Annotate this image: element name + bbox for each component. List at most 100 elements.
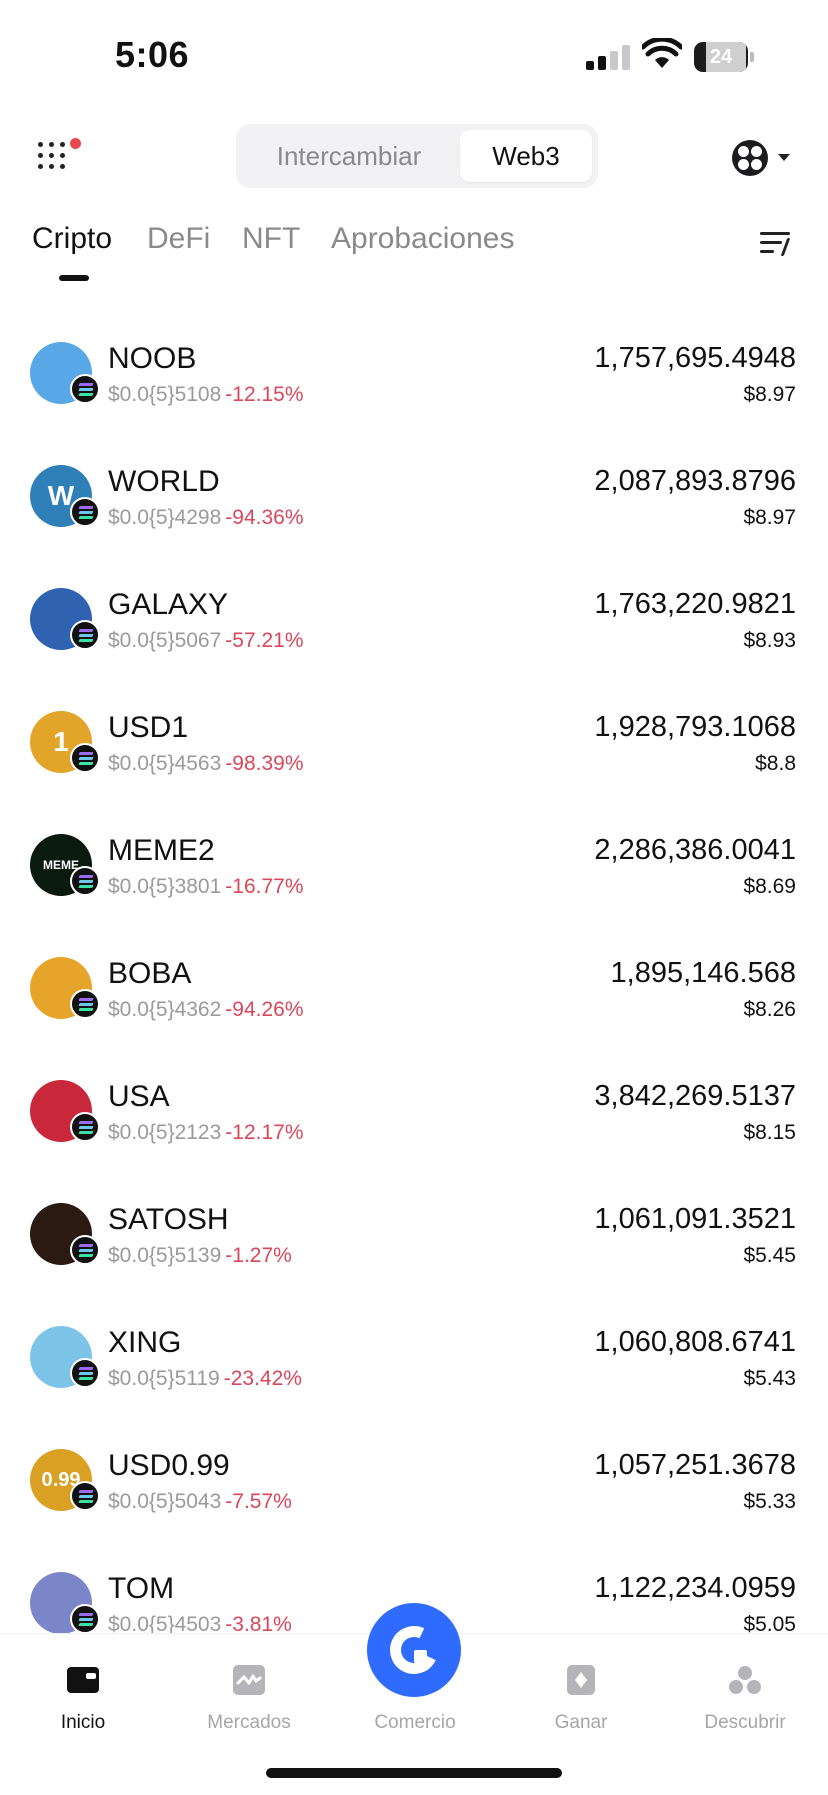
token-price-line: $0.0{5}2123 -12.17%	[108, 1121, 304, 1145]
token-price-line: $0.0{5}5108 -12.15%	[108, 383, 304, 407]
nav-ganar[interactable]: Ganar	[498, 1634, 664, 1754]
token-symbol: USD0.99	[108, 1449, 230, 1482]
token-row[interactable]: BOBA $0.0{5}4362 -94.26% 1,895,146.568 $8.26	[0, 925, 828, 1048]
token-price: $0.0{5}4362	[108, 998, 222, 1021]
token-balance: 2,087,893.8796	[594, 465, 796, 497]
token-price: $0.0{5}5108	[108, 383, 222, 406]
token-symbol: TOM	[108, 1572, 175, 1605]
token-symbol: SATOSH	[108, 1203, 229, 1236]
token-price: $0.0{5}3801	[108, 875, 222, 898]
nav-label-comercio: Comercio	[374, 1712, 456, 1733]
token-price: $0.0{5}5043	[108, 1490, 222, 1513]
tab-aprobaciones[interactable]: Aprobaciones	[331, 222, 514, 256]
token-change: -98.39%	[225, 752, 304, 775]
token-balance: 1,895,146.568	[610, 957, 796, 989]
token-value: $8.8	[755, 752, 796, 775]
token-price-line: $0.0{5}4362 -94.26%	[108, 998, 304, 1022]
nav-label-ganar: Ganar	[554, 1712, 608, 1733]
sort-icon[interactable]	[760, 228, 794, 258]
token-balance: 1,757,695.4948	[594, 342, 796, 374]
chevron-down-icon	[778, 154, 790, 161]
token-row[interactable]: GALAXY $0.0{5}5067 -57.21% 1,763,220.9821 $8…	[0, 556, 828, 679]
token-value: $5.33	[743, 1490, 796, 1513]
solana-chain-icon	[70, 1481, 100, 1511]
segment-intercambiar[interactable]: Intercambiar	[244, 130, 454, 182]
token-value: $5.43	[743, 1367, 796, 1390]
token-balance: 1,763,220.9821	[594, 588, 796, 620]
token-price-line: $0.0{5}4298 -94.36%	[108, 506, 304, 530]
token-value: $8.69	[743, 875, 796, 898]
token-row[interactable]: 0.99 USD0.99 $0.0{5}5043 -7.57% 1,057,251.36…	[0, 1417, 828, 1540]
token-value: $5.45	[743, 1244, 796, 1267]
token-value: $8.15	[743, 1121, 796, 1144]
token-row[interactable]: XING $0.0{5}5119 -23.42% 1,060,808.6741 $5.4…	[0, 1294, 828, 1417]
token-change: -12.17%	[225, 1121, 304, 1144]
earn-icon	[567, 1665, 595, 1695]
apps-grid-icon[interactable]	[36, 138, 81, 178]
token-balance: 2,286,386.0041	[594, 834, 796, 866]
token-row[interactable]: MEME MEME2 $0.0{5}3801 -16.77% 2,286,386.004…	[0, 802, 828, 925]
discover-icon	[729, 1666, 761, 1694]
solana-chain-icon	[70, 620, 100, 650]
wallet-icon	[67, 1667, 99, 1693]
token-price: $0.0{5}4563	[108, 752, 222, 775]
token-symbol: WORLD	[108, 465, 220, 498]
wifi-icon	[642, 38, 682, 68]
token-symbol: BOBA	[108, 957, 192, 990]
token-row[interactable]: 1 USD1 $0.0{5}4563 -98.39% 1,928,793.1068 $8.…	[0, 679, 828, 802]
token-value: $8.97	[743, 383, 796, 406]
trade-button[interactable]	[367, 1603, 461, 1697]
nav-label-inicio: Inicio	[60, 1712, 106, 1733]
token-value: $8.93	[743, 629, 796, 652]
token-symbol: MEME2	[108, 834, 215, 867]
token-change: -94.36%	[225, 506, 304, 529]
notification-dot	[70, 138, 81, 149]
token-value: $8.26	[743, 998, 796, 1021]
solana-chain-icon	[70, 497, 100, 527]
token-change: -1.27%	[225, 1244, 292, 1267]
nav-inicio[interactable]: Inicio	[0, 1634, 166, 1754]
wallet-avatar-icon	[732, 140, 768, 176]
token-symbol: USD1	[108, 711, 189, 744]
token-symbol: GALAXY	[108, 588, 229, 621]
tab-nft[interactable]: NFT	[242, 222, 300, 256]
token-price: $0.0{5}2123	[108, 1121, 222, 1144]
tab-defi[interactable]: DeFi	[147, 222, 210, 256]
token-row[interactable]: NOOB $0.0{5}5108 -12.15% 1,757,695.4948 $8.9…	[0, 310, 828, 433]
nav-mercados[interactable]: Mercados	[166, 1634, 332, 1754]
token-row[interactable]: SATOSH $0.0{5}5139 -1.27% 1,061,091.3521 $5.…	[0, 1171, 828, 1294]
cellular-signal-icon	[586, 44, 632, 70]
solana-chain-icon	[70, 1235, 100, 1265]
token-change: -16.77%	[225, 875, 304, 898]
token-change: -94.26%	[225, 998, 304, 1021]
token-value: $8.97	[743, 506, 796, 529]
token-symbol: USA	[108, 1080, 170, 1113]
solana-chain-icon	[70, 1112, 100, 1142]
token-change: -23.42%	[223, 1367, 302, 1390]
solana-chain-icon	[70, 866, 100, 896]
token-price-line: $0.0{5}4563 -98.39%	[108, 752, 304, 776]
token-row[interactable]: W WORLD $0.0{5}4298 -94.36% 2,087,893.8796 $8…	[0, 433, 828, 556]
token-price: $0.0{5}5139	[108, 1244, 222, 1267]
token-balance: 1,061,091.3521	[594, 1203, 796, 1235]
nav-label-mercados: Mercados	[207, 1712, 291, 1733]
tab-cripto[interactable]: Cripto	[32, 222, 112, 256]
segment-web3[interactable]: Web3	[460, 130, 592, 182]
nav-descubrir[interactable]: Descubrir	[662, 1634, 828, 1754]
token-balance: 1,928,793.1068	[594, 711, 796, 743]
solana-chain-icon	[70, 374, 100, 404]
solana-chain-icon	[70, 989, 100, 1019]
token-change: -7.57%	[225, 1490, 292, 1513]
status-time: 5:06	[115, 34, 190, 75]
token-row[interactable]: USA $0.0{5}2123 -12.17% 3,842,269.5137 $8.15	[0, 1048, 828, 1171]
token-balance: 1,060,808.6741	[594, 1326, 796, 1358]
nav-label-descubrir: Descubrir	[704, 1712, 786, 1733]
token-symbol: NOOB	[108, 342, 197, 375]
active-tab-indicator	[59, 275, 89, 281]
token-balance: 3,842,269.5137	[594, 1080, 796, 1112]
status-bar: 5:06 24	[0, 0, 828, 110]
token-price-line: $0.0{5}5043 -7.57%	[108, 1490, 292, 1514]
account-switcher[interactable]	[730, 138, 790, 178]
token-balance: 1,057,251.3678	[594, 1449, 796, 1481]
battery-level: 24	[709, 46, 733, 68]
